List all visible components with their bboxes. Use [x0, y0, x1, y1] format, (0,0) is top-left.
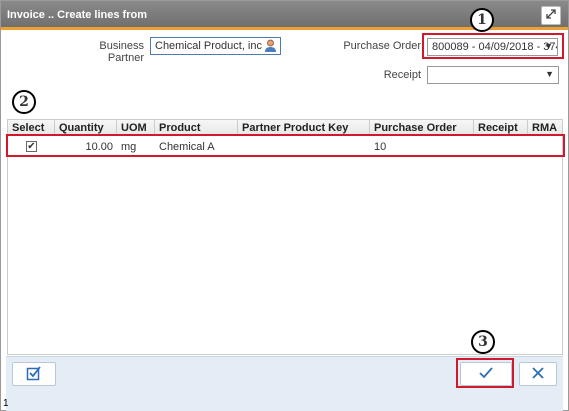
maximize-button[interactable]: [541, 6, 561, 25]
purchase-order-label: Purchase Order: [343, 40, 421, 52]
create-lines-dialog: Invoice .. Create lines from Business Pa…: [0, 0, 569, 411]
dialog-title: Invoice .. Create lines from: [7, 9, 147, 21]
business-partner-label: Business Partner: [99, 40, 144, 64]
annotation-1: 1: [470, 8, 494, 32]
select-all-icon: [26, 365, 42, 384]
select-all-button[interactable]: [12, 362, 56, 386]
close-icon: [532, 366, 544, 382]
chevron-down-icon: ▼: [545, 69, 554, 79]
person-icon[interactable]: [264, 39, 277, 54]
annotation-2: 2: [12, 90, 36, 114]
maximize-icon: [545, 8, 557, 23]
receipt-select[interactable]: ▼: [427, 66, 559, 84]
cancel-button[interactable]: [519, 362, 557, 386]
business-partner-field[interactable]: Chemical Product, inc: [150, 37, 281, 55]
highlight-ok: [456, 358, 514, 388]
highlight-purchase-order: [422, 33, 564, 59]
record-count: 1: [3, 398, 9, 409]
business-partner-value: Chemical Product, inc: [155, 40, 262, 52]
annotation-3: 3: [471, 330, 495, 354]
receipt-label: Receipt: [383, 69, 421, 81]
highlight-row: [6, 134, 565, 157]
